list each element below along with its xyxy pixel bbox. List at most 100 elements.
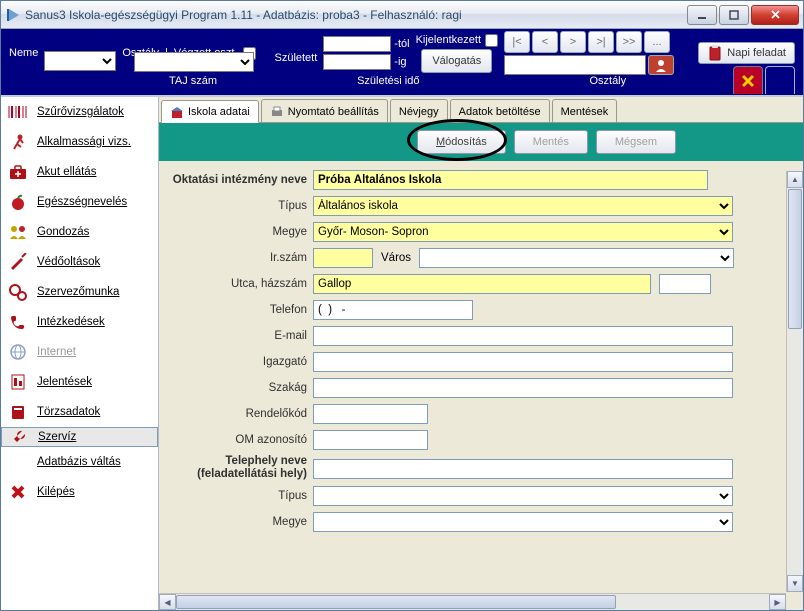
window-title: Sanus3 Iskola-egészségügyi Program 1.11 … bbox=[25, 8, 685, 22]
form-area: Oktatási intézmény neve Típus Általános … bbox=[159, 161, 803, 610]
sidebar-item-gondozas[interactable]: Gondozás bbox=[1, 217, 158, 247]
date-from-input[interactable] bbox=[323, 36, 391, 52]
user-icon-button[interactable] bbox=[648, 55, 674, 75]
hscroll-track[interactable] bbox=[176, 594, 769, 610]
varos-label: Város bbox=[373, 252, 419, 264]
tab-nyomtato[interactable]: Nyomtató beállítás bbox=[261, 99, 388, 122]
sidebar-item-alkalmassagi[interactable]: Alkalmassági vizs. bbox=[1, 127, 158, 157]
nav-next-button[interactable]: > bbox=[560, 31, 586, 53]
sidebar-item-torzsadatok[interactable]: Törzsadatok bbox=[1, 397, 158, 427]
telephely-label: Telephely neve (feladatellátási hely) bbox=[163, 455, 313, 481]
sidebar-item-intezkedesek[interactable]: Intézkedések bbox=[1, 307, 158, 337]
sidebar-item-jelentesek[interactable]: Jelentések bbox=[1, 367, 158, 397]
exit-icon bbox=[7, 483, 29, 501]
sidebar-label: Szervíz bbox=[38, 431, 76, 443]
irszam-input[interactable] bbox=[313, 248, 373, 268]
sidebar-label: Gondozás bbox=[37, 226, 89, 238]
mentes-button[interactable]: Mentés bbox=[514, 130, 588, 154]
tools-button[interactable] bbox=[733, 66, 763, 94]
sidebar-label: Internet bbox=[37, 346, 76, 358]
close-button[interactable] bbox=[751, 5, 799, 25]
megye2-select[interactable] bbox=[313, 512, 733, 532]
hscroll-thumb[interactable] bbox=[176, 595, 616, 609]
sidebar-item-vedooltasok[interactable]: Védőoltások bbox=[1, 247, 158, 277]
szuletett-label: Született bbox=[274, 52, 317, 64]
tipus2-select[interactable] bbox=[313, 486, 733, 506]
email-input[interactable] bbox=[313, 326, 733, 346]
szakag-input[interactable] bbox=[313, 378, 733, 398]
varos-select[interactable] bbox=[419, 248, 734, 268]
tipus-select[interactable]: Általános iskola bbox=[313, 196, 733, 216]
tab-mentesek[interactable]: Mentések bbox=[552, 99, 618, 122]
nav-text-input[interactable] bbox=[504, 55, 646, 75]
modositas-button[interactable]: Módosítás bbox=[417, 130, 506, 154]
neme-label: Neme bbox=[9, 47, 38, 59]
rendkod-input[interactable] bbox=[313, 404, 428, 424]
szulido-label: Születési idő bbox=[357, 75, 419, 93]
utca-input[interactable] bbox=[313, 274, 651, 294]
omaz-input[interactable] bbox=[313, 430, 428, 450]
sidebar-item-szerviz[interactable]: Szervíz bbox=[1, 427, 158, 447]
tab-adatok-betoltese[interactable]: Adatok betöltése bbox=[450, 99, 550, 122]
minimize-button[interactable] bbox=[687, 5, 717, 25]
wrench-cross-icon bbox=[740, 73, 756, 89]
nav-more-button[interactable]: ... bbox=[644, 31, 670, 53]
nav-prev-button[interactable]: < bbox=[532, 31, 558, 53]
blank-tab-button[interactable] bbox=[765, 66, 795, 94]
email-label: E-mail bbox=[163, 330, 313, 342]
igazgato-input[interactable] bbox=[313, 352, 733, 372]
megye-select[interactable]: Győr- Moson- Sopron bbox=[313, 222, 733, 242]
hazszam-input[interactable] bbox=[659, 274, 711, 294]
wrench-icon bbox=[8, 428, 30, 446]
okt-input[interactable] bbox=[313, 170, 708, 190]
people-icon bbox=[7, 223, 29, 241]
vscroll-thumb[interactable] bbox=[788, 189, 802, 329]
kijelentkezett-label: Kijelentkezett bbox=[416, 34, 481, 46]
osztaly-select[interactable] bbox=[134, 52, 254, 72]
nav-ffwd-button[interactable]: >> bbox=[616, 31, 642, 53]
sidebar-item-adatbazis-valtas[interactable]: Adatbázis váltás bbox=[1, 447, 158, 477]
runner-icon bbox=[7, 133, 29, 151]
scroll-right-arrow[interactable]: ▶ bbox=[769, 594, 786, 610]
sidebar-item-szervezomunka[interactable]: Szervezőmunka bbox=[1, 277, 158, 307]
daily-task-button[interactable]: Napi feladat bbox=[698, 42, 795, 64]
nav-first-button[interactable]: |< bbox=[504, 31, 530, 53]
scroll-down-arrow[interactable]: ▼ bbox=[787, 575, 803, 592]
valogatas-button[interactable]: Válogatás bbox=[421, 49, 492, 73]
megsem-button[interactable]: Mégsem bbox=[596, 130, 676, 154]
horizontal-scrollbar[interactable]: ◀ ▶ bbox=[159, 593, 786, 610]
tipus-label: Típus bbox=[163, 200, 313, 212]
telephely-input[interactable] bbox=[313, 459, 733, 479]
sidebar-item-kilepes[interactable]: Kilépés bbox=[1, 477, 158, 507]
syringe-icon bbox=[7, 253, 29, 271]
vertical-scrollbar[interactable]: ▲ ▼ bbox=[786, 171, 803, 592]
sidebar-label: Alkalmassági vizs. bbox=[37, 136, 131, 148]
taj-label: TAJ szám bbox=[169, 75, 217, 93]
tab-label: Mentések bbox=[561, 106, 609, 118]
nav-last-button[interactable]: >| bbox=[588, 31, 614, 53]
titlebar: Sanus3 Iskola-egészségügyi Program 1.11 … bbox=[1, 1, 803, 29]
sidebar-label: Védőoltások bbox=[37, 256, 100, 268]
scroll-up-arrow[interactable]: ▲ bbox=[787, 171, 803, 188]
sidebar-item-egeszseg[interactable]: Egészségnevelés bbox=[1, 187, 158, 217]
tab-bar: Iskola adatai Nyomtató beállítás Névjegy… bbox=[159, 97, 803, 123]
irszam-label: Ir.szám bbox=[163, 252, 313, 264]
scroll-left-arrow[interactable]: ◀ bbox=[159, 594, 176, 610]
tab-nevjegy[interactable]: Névjegy bbox=[390, 99, 448, 122]
tipus2-label: Típus bbox=[163, 490, 313, 502]
sidebar-item-akut[interactable]: Akut ellátás bbox=[1, 157, 158, 187]
date-to-input[interactable] bbox=[323, 54, 391, 70]
printer-icon bbox=[270, 105, 284, 119]
sidebar-label: Adatbázis váltás bbox=[37, 456, 121, 468]
telefon-input[interactable] bbox=[313, 300, 473, 320]
tab-iskola-adatai[interactable]: Iskola adatai bbox=[161, 100, 259, 123]
phone-icon bbox=[7, 313, 29, 331]
kijelentkezett-checkbox[interactable] bbox=[485, 34, 498, 47]
clipboard-icon bbox=[707, 45, 723, 61]
megye2-label: Megye bbox=[163, 516, 313, 528]
sidebar-label: Kilépés bbox=[37, 486, 75, 498]
neme-select[interactable] bbox=[44, 51, 116, 71]
maximize-button[interactable] bbox=[719, 5, 749, 25]
sidebar-item-szurovizsgalatok[interactable]: Szűrővizsgálatok bbox=[1, 97, 158, 127]
window-buttons bbox=[685, 5, 799, 25]
